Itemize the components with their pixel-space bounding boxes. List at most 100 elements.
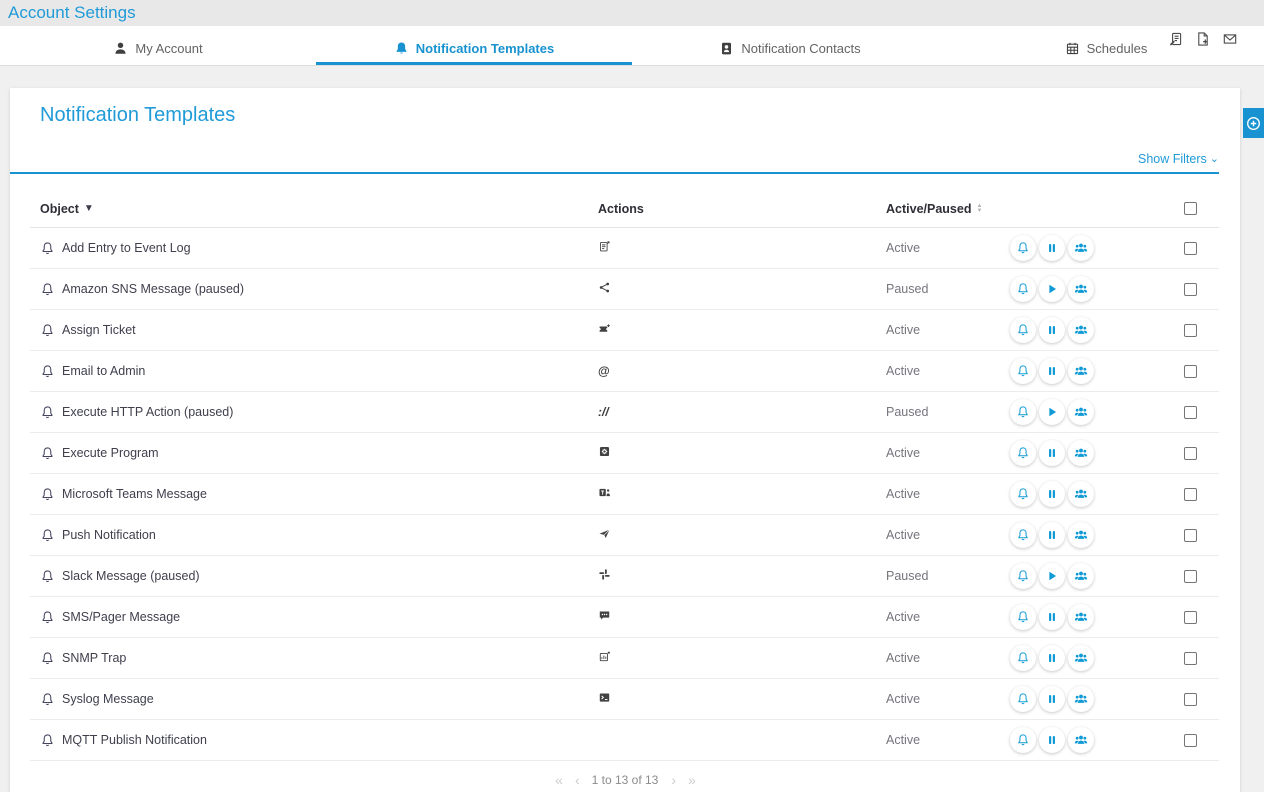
row-checkbox[interactable]: [1184, 570, 1197, 583]
test-notification-button[interactable]: [1010, 440, 1036, 466]
template-name-link[interactable]: Email to Admin: [30, 364, 588, 379]
users-icon: [1074, 446, 1088, 460]
row-checkbox[interactable]: [1184, 447, 1197, 460]
template-name-link[interactable]: Assign Ticket: [30, 323, 588, 338]
resume-button[interactable]: [1039, 563, 1065, 589]
template-name-link[interactable]: Amazon SNS Message (paused): [30, 282, 588, 297]
bell-icon: [1016, 446, 1030, 460]
template-name-link[interactable]: Slack Message (paused): [30, 569, 588, 584]
used-by-button[interactable]: [1068, 276, 1094, 302]
test-notification-button[interactable]: [1010, 481, 1036, 507]
notes-icon[interactable]: [1168, 31, 1184, 47]
resume-button[interactable]: [1039, 276, 1065, 302]
test-notification-button[interactable]: [1010, 276, 1036, 302]
row-checkbox[interactable]: [1184, 242, 1197, 255]
users-icon: [1074, 241, 1088, 255]
pause-icon: [1045, 733, 1059, 747]
users-icon: [1074, 323, 1088, 337]
row-checkbox[interactable]: [1184, 283, 1197, 296]
template-name-link[interactable]: SMS/Pager Message: [30, 610, 588, 625]
users-icon: [1074, 610, 1088, 624]
used-by-button[interactable]: [1068, 440, 1094, 466]
status-label: Active: [876, 241, 1010, 255]
sns-icon: [598, 281, 611, 294]
used-by-button[interactable]: [1068, 522, 1094, 548]
tab-notification-templates[interactable]: Notification Templates: [316, 26, 632, 65]
pause-button[interactable]: [1039, 727, 1065, 753]
test-notification-button[interactable]: [1010, 727, 1036, 753]
template-name-link[interactable]: Execute HTTP Action (paused): [30, 405, 588, 420]
test-notification-button[interactable]: [1010, 317, 1036, 343]
status-label: Active: [876, 610, 1010, 624]
add-notification-template-button[interactable]: [1243, 108, 1264, 138]
row-checkbox[interactable]: [1184, 529, 1197, 542]
used-by-button[interactable]: [1068, 604, 1094, 630]
pause-button[interactable]: [1039, 235, 1065, 261]
used-by-button[interactable]: [1068, 645, 1094, 671]
row-checkbox[interactable]: [1184, 652, 1197, 665]
test-notification-button[interactable]: [1010, 563, 1036, 589]
pagination-first-button[interactable]: «: [555, 772, 562, 788]
test-notification-button[interactable]: [1010, 522, 1036, 548]
row-checkbox[interactable]: [1184, 734, 1197, 747]
pause-button[interactable]: [1039, 686, 1065, 712]
test-notification-button[interactable]: [1010, 358, 1036, 384]
test-notification-button[interactable]: [1010, 604, 1036, 630]
column-header-object[interactable]: Object ▼: [30, 202, 588, 216]
used-by-button[interactable]: [1068, 358, 1094, 384]
template-name-link[interactable]: Push Notification: [30, 528, 588, 543]
template-name-link[interactable]: MQTT Publish Notification: [30, 733, 588, 748]
row-checkbox[interactable]: [1184, 324, 1197, 337]
used-by-button[interactable]: [1068, 727, 1094, 753]
column-header-status[interactable]: Active/Paused ▲▼: [876, 202, 1010, 216]
pause-button[interactable]: [1039, 440, 1065, 466]
row-checkbox[interactable]: [1184, 693, 1197, 706]
bell-icon: [1016, 733, 1030, 747]
pause-icon: [1045, 323, 1059, 337]
bell-icon: [40, 528, 55, 543]
pause-icon: [1045, 364, 1059, 378]
row-checkbox[interactable]: [1184, 406, 1197, 419]
envelope-icon[interactable]: [1222, 31, 1238, 47]
used-by-button[interactable]: [1068, 235, 1094, 261]
bell-icon: [1016, 405, 1030, 419]
snmp-icon: [598, 650, 611, 663]
template-name-link[interactable]: Add Entry to Event Log: [30, 241, 588, 256]
action-type-cell: [588, 527, 876, 543]
template-name-link[interactable]: SNMP Trap: [30, 651, 588, 666]
test-notification-button[interactable]: [1010, 686, 1036, 712]
row-checkbox[interactable]: [1184, 365, 1197, 378]
resume-button[interactable]: [1039, 399, 1065, 425]
row-checkbox[interactable]: [1184, 611, 1197, 624]
pause-button[interactable]: [1039, 317, 1065, 343]
table-row: Microsoft Teams Message Active: [30, 474, 1219, 515]
pause-button[interactable]: [1039, 645, 1065, 671]
pause-button[interactable]: [1039, 604, 1065, 630]
test-notification-button[interactable]: [1010, 399, 1036, 425]
used-by-button[interactable]: [1068, 399, 1094, 425]
add-document-icon[interactable]: [1195, 31, 1211, 47]
pagination-last-button[interactable]: »: [688, 772, 695, 788]
used-by-button[interactable]: [1068, 481, 1094, 507]
table-row: Amazon SNS Message (paused) Paused: [30, 269, 1219, 310]
test-notification-button[interactable]: [1010, 235, 1036, 261]
used-by-button[interactable]: [1068, 317, 1094, 343]
bell-icon: [40, 364, 55, 379]
pagination-next-button[interactable]: ›: [671, 772, 675, 788]
row-checkbox[interactable]: [1184, 488, 1197, 501]
tab-notification-contacts[interactable]: Notification Contacts: [632, 26, 948, 65]
pause-button[interactable]: [1039, 481, 1065, 507]
select-all-checkbox[interactable]: [1184, 202, 1197, 215]
tab-my-account[interactable]: My Account: [0, 26, 316, 65]
used-by-button[interactable]: [1068, 686, 1094, 712]
test-notification-button[interactable]: [1010, 645, 1036, 671]
show-filters-link[interactable]: Show Filters ⌄: [1138, 152, 1219, 166]
status-label: Active: [876, 733, 1010, 747]
pause-button[interactable]: [1039, 522, 1065, 548]
pause-button[interactable]: [1039, 358, 1065, 384]
template-name-link[interactable]: Execute Program: [30, 446, 588, 461]
pagination-prev-button[interactable]: ‹: [575, 772, 579, 788]
template-name-link[interactable]: Microsoft Teams Message: [30, 487, 588, 502]
used-by-button[interactable]: [1068, 563, 1094, 589]
template-name-link[interactable]: Syslog Message: [30, 692, 588, 707]
